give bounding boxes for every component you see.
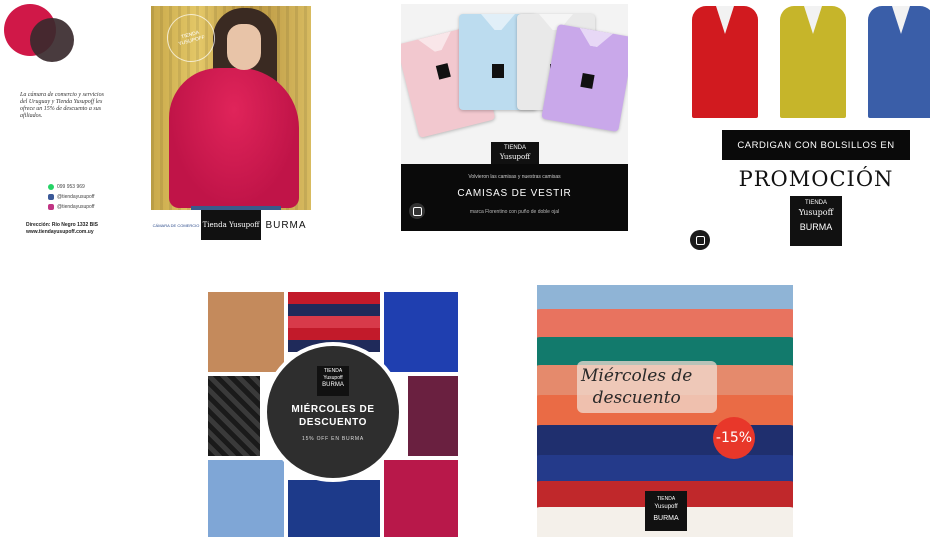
yusupoff-burma-logo: TIENDA Yusupoff BURMA — [645, 491, 687, 531]
instagram-handle: @tiendayusupoff — [57, 204, 95, 210]
script-line-2: descuento — [592, 388, 681, 408]
red-cardigan — [692, 6, 758, 118]
promo-headline: PROMOCIÓN — [738, 167, 894, 191]
instagram-icon[interactable] — [690, 230, 710, 250]
brand-line-2: Yusupoff — [798, 208, 834, 217]
shirts-headline: CAMISAS DE VESTIR — [457, 188, 572, 199]
shirts-footer: marca Florentino con puño de doble ojal — [469, 209, 560, 215]
brand-line-3: BURMA — [799, 222, 833, 232]
blue-cardigan — [868, 6, 930, 118]
chamber-logo: CÁMARA DE COMERCIO — [151, 210, 201, 240]
wednesday-discount-collage[interactable]: TIENDA Yusupoff BURMA MIÉRCOLES DE DESCU… — [208, 292, 458, 537]
dress-shirts-post[interactable]: TIENDA Yusupoff Volvieron las camisas y … — [401, 4, 628, 231]
whatsapp-number: 099 953 969 — [57, 184, 85, 190]
whatsapp-contact: 099 953 969 — [48, 184, 85, 190]
model-sweater-post[interactable]: TIENDA YUSUPOFF CÁMARA DE COMERCIO Tiend… — [151, 6, 311, 240]
camel-sweater — [208, 292, 284, 372]
cardigan-promo-post[interactable]: CARDIGAN CON BOLSILLOS EN PROMOCIÓN TIEN… — [684, 2, 930, 250]
brand-line-2: Yusupoff — [499, 153, 531, 161]
brand-line-3: BURMA — [322, 382, 344, 388]
address-block: Dirección: Río Negro 1332 BIS www.tienda… — [26, 222, 98, 236]
whatsapp-icon — [48, 184, 54, 190]
yellow-cardigan — [780, 6, 846, 118]
address-text: Dirección: Río Negro 1332 BIS — [26, 222, 98, 228]
pink-sweater — [169, 68, 299, 208]
blue-knit — [384, 292, 458, 372]
collage-subtitle: 15% OFF EN BURMA — [302, 436, 364, 442]
dark-circle-graphic — [30, 18, 74, 62]
brand-line-3: BURMA — [653, 515, 679, 522]
chamber-offer-text: La cámara de comercio y servicios del Ur… — [20, 92, 104, 119]
facebook-handle: @tiendayusupoff — [57, 194, 95, 200]
folded-sweaters-post[interactable]: Miércoles de descuento -15% TIENDA Yusup… — [537, 285, 793, 537]
yusupoff-logo: Tienda Yusupoff — [201, 210, 261, 240]
headline-line-1: MIÉRCOLES DE — [291, 404, 375, 415]
model-face — [227, 24, 261, 70]
magenta-knit — [384, 460, 458, 537]
purple-shirt — [541, 23, 628, 133]
cable-knit — [208, 376, 260, 456]
light-blue-knit — [208, 460, 284, 537]
discount-badge: -15% — [713, 417, 755, 459]
script-line-1: Miércoles de — [581, 366, 693, 386]
instagram-icon — [48, 204, 54, 210]
cardigan-banner: CARDIGAN CON BOLSILLOS EN — [722, 130, 910, 160]
instagram-contact: @tiendayusupoff — [48, 204, 95, 210]
facebook-contact: @tiendayusupoff — [48, 194, 95, 200]
logo-bar: CÁMARA DE COMERCIO Tienda Yusupoff BURMA — [151, 210, 311, 240]
yusupoff-burma-logo: TIENDA Yusupoff BURMA — [790, 196, 842, 246]
purple-knit — [408, 376, 458, 456]
brand-line-1: TIENDA — [804, 200, 827, 206]
yusupoff-burma-logo: TIENDA Yusupoff BURMA — [317, 366, 349, 396]
headline-line-2: DESCUENTO — [298, 417, 367, 428]
shirts-promo-panel: Volvieron las camisas y nuestras camisas… — [401, 164, 628, 231]
brand-line-1: TIENDA — [323, 368, 343, 374]
brand-line-2: Yusupoff — [654, 504, 678, 510]
shirts-subtitle: Volvieron las camisas y nuestras camisas — [468, 174, 561, 180]
brand-line-2: Yusupoff — [323, 375, 343, 381]
website-text: www.tiendayusupoff.com.uy — [26, 229, 94, 235]
wednesday-script: Miércoles de descuento — [581, 365, 692, 409]
brand-line-1: TIENDA — [503, 145, 526, 151]
chamber-discount-post[interactable]: La cámara de comercio y servicios del Ur… — [4, 4, 114, 240]
discount-roundel: TIENDA Yusupoff BURMA MIÉRCOLES DE DESCU… — [263, 342, 403, 482]
burma-logo: BURMA — [261, 210, 311, 240]
navy-knit — [288, 480, 380, 537]
facebook-icon — [48, 194, 54, 200]
brand-line-1: TIENDA — [656, 496, 676, 502]
instagram-icon[interactable] — [409, 203, 425, 219]
yusupoff-logo: TIENDA Yusupoff — [491, 142, 539, 164]
